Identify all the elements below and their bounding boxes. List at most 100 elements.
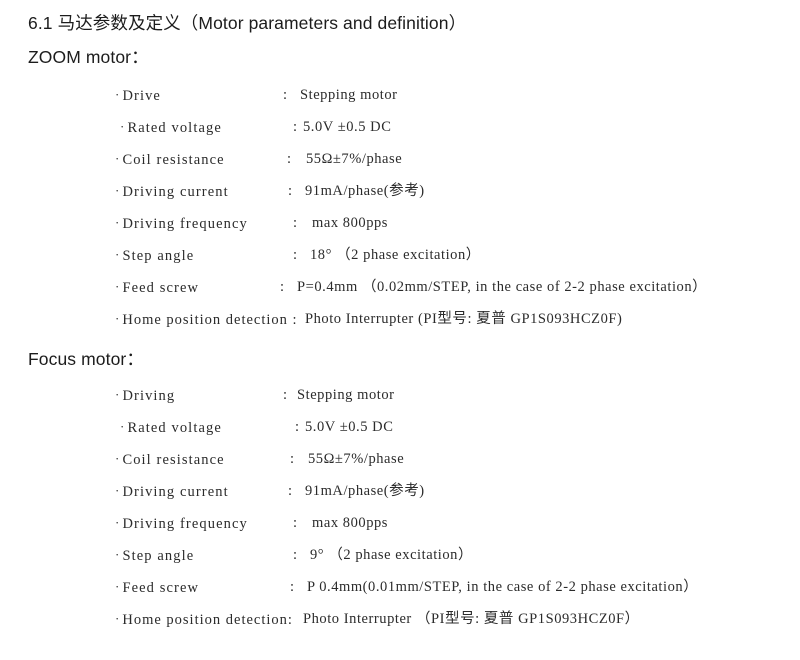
parameter-separator: : <box>290 579 295 595</box>
parameter-separator: : <box>293 247 298 263</box>
parameter-value: 5.0V ±0.5 DC <box>305 419 394 435</box>
home-position-label-text: Home position detection: <box>122 612 293 628</box>
parameter-label-text: Drive <box>122 88 161 104</box>
parameter-row: · Rated voltage:5.0V ±0.5 DC <box>0 411 800 443</box>
parameter-separator: : <box>295 419 300 435</box>
home-position-detection-row: · Home position detection : Photo Interrup… <box>0 303 800 335</box>
bullet-icon: · <box>115 183 121 198</box>
parameter-value: Stepping motor <box>297 387 395 403</box>
parameter-label-text: Coil resistance <box>122 152 225 168</box>
parameter-value: 91mA/phase(参考) <box>305 483 425 499</box>
parameter-row: · Driving frequency: max 800pps <box>0 207 800 239</box>
parameter-value: 18° （2 phase excitation） <box>310 247 481 263</box>
parameter-label: · Driving frequency <box>115 207 248 240</box>
parameter-label: · Feed screw <box>115 271 199 304</box>
parameter-row: · Coil resistance:55Ω±7%/phase <box>0 143 800 175</box>
parameter-value: 91mA/phase(参考) <box>305 183 425 199</box>
parameter-row: · Driving frequency: max 800pps <box>0 507 800 539</box>
parameter-row: · Feed screw: P 0.4mm(0.01mm/STEP, in the … <box>0 571 800 603</box>
parameter-value: P 0.4mm(0.01mm/STEP, in the case of 2-2 … <box>307 579 699 595</box>
bullet-icon: · <box>115 611 121 626</box>
parameter-label: · Driving frequency <box>115 507 248 540</box>
parameter-value: max 800pps <box>312 215 388 231</box>
parameter-separator: : <box>293 215 298 231</box>
parameter-label: · Step angle <box>115 539 194 572</box>
parameter-separator: : <box>293 547 298 563</box>
parameter-row: · Driving: Stepping motor <box>0 379 800 411</box>
bullet-icon: · <box>115 151 121 166</box>
parameter-separator: : <box>293 119 298 135</box>
parameter-label: · Driving current <box>115 175 229 208</box>
home-position-label-text: Home position detection : <box>122 312 298 328</box>
parameter-label-text: Step angle <box>122 248 195 264</box>
parameter-label-text: Feed screw <box>122 580 200 596</box>
parameter-row: · Step angle:18° （2 phase excitation） <box>0 239 800 271</box>
bullet-icon: · <box>115 579 121 594</box>
parameter-label: · Step angle <box>115 239 194 272</box>
parameter-label-text: Rated voltage <box>127 120 222 136</box>
parameter-value: 55Ω±7%/phase <box>308 451 405 467</box>
bullet-icon: · <box>115 215 121 230</box>
parameter-value: 55Ω±7%/phase <box>306 151 403 167</box>
bullet-icon: · <box>120 419 126 434</box>
parameter-row: · Drive: Stepping motor <box>0 79 800 111</box>
bullet-icon: · <box>115 547 121 562</box>
parameter-value: P=0.4mm （0.02mm/STEP, in the case of 2-2… <box>297 279 708 295</box>
bullet-icon: · <box>115 279 121 294</box>
parameter-separator: : <box>290 451 295 467</box>
bullet-icon: · <box>115 247 121 262</box>
parameter-label: · Coil resistance <box>115 143 225 176</box>
parameter-label-text: Coil resistance <box>122 452 225 468</box>
parameter-label-text: Driving <box>122 388 176 404</box>
bullet-icon: · <box>115 387 121 402</box>
document-page: 6.1 马达参数及定义（Motor parameters and definit… <box>0 0 800 660</box>
parameter-label: · Drive <box>115 79 161 112</box>
parameter-separator: : <box>288 183 293 199</box>
home-position-value: Photo Interrupter (PI型号: 夏普 GP1S093HCZ0F… <box>305 311 623 327</box>
parameter-value: 9° （2 phase excitation） <box>310 547 474 563</box>
parameter-row: · Rated voltage:5.0V ±0.5 DC <box>0 111 800 143</box>
bullet-icon: · <box>115 515 121 530</box>
parameter-row: · Coil resistance:55Ω±7%/phase <box>0 443 800 475</box>
parameter-label-text: Driving current <box>122 184 229 200</box>
parameter-value: 5.0V ±0.5 DC <box>303 119 392 135</box>
parameter-label-text: Step angle <box>122 548 195 564</box>
focus-motor-parameter-list: · Driving: Stepping motor · Rated voltage:5.… <box>0 379 800 635</box>
parameter-label: · Coil resistance <box>115 443 225 476</box>
bullet-icon: · <box>115 311 121 326</box>
parameter-label-text: Rated voltage <box>127 420 222 436</box>
parameter-separator: : <box>283 87 288 103</box>
parameter-label: · Rated voltage <box>120 411 222 444</box>
focus-motor-heading: Focus motor： <box>28 349 144 369</box>
parameter-separator: : <box>280 279 285 295</box>
parameter-label-text: Driving current <box>122 484 229 500</box>
parameter-separator: : <box>283 387 288 403</box>
parameter-label: · Feed screw <box>115 571 199 604</box>
parameter-value: max 800pps <box>312 515 388 531</box>
parameter-separator: : <box>287 151 292 167</box>
parameter-label-text: Driving frequency <box>122 516 248 532</box>
bullet-icon: · <box>120 119 126 134</box>
bullet-icon: · <box>115 87 121 102</box>
parameter-separator: : <box>288 483 293 499</box>
parameter-label: · Rated voltage <box>120 111 222 144</box>
parameter-label: · Driving <box>115 379 175 412</box>
parameter-row: · Driving current:91mA/phase(参考) <box>0 175 800 207</box>
parameter-row: · Step angle:9° （2 phase excitation） <box>0 539 800 571</box>
home-position-label: · Home position detection : <box>115 303 298 336</box>
parameter-row: · Feed screw: P=0.4mm （0.02mm/STEP, in the… <box>0 271 800 303</box>
home-position-detection-row: · Home position detection: Photo Interrupt… <box>0 603 800 635</box>
bullet-icon: · <box>115 451 121 466</box>
zoom-motor-heading: ZOOM motor： <box>28 47 149 67</box>
parameter-value: Stepping motor <box>300 87 398 103</box>
parameter-label-text: Feed screw <box>122 280 200 296</box>
home-position-label: · Home position detection: <box>115 603 293 636</box>
parameter-separator: : <box>293 515 298 531</box>
home-position-value: Photo Interrupter （PI型号: 夏普 GP1S093HCZ0F… <box>303 611 640 627</box>
bullet-icon: · <box>115 483 121 498</box>
parameter-row: · Driving current:91mA/phase(参考) <box>0 475 800 507</box>
parameter-label-text: Driving frequency <box>122 216 248 232</box>
parameter-label: · Driving current <box>115 475 229 508</box>
page-title: 6.1 马达参数及定义（Motor parameters and definit… <box>28 13 467 33</box>
zoom-motor-parameter-list: · Drive: Stepping motor · Rated voltage:5.0V… <box>0 79 800 335</box>
